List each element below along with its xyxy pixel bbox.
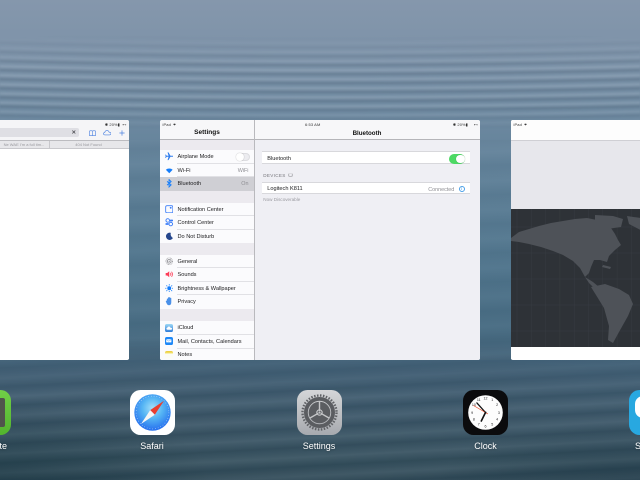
svg-text:9: 9: [471, 411, 473, 415]
svg-text:4: 4: [496, 418, 498, 422]
svg-text:8: 8: [473, 418, 475, 422]
svg-text:11: 11: [477, 398, 481, 402]
svg-text:5: 5: [491, 423, 493, 427]
svg-text:7: 7: [478, 423, 480, 427]
svg-text:2: 2: [496, 403, 498, 407]
svg-text:3: 3: [498, 411, 500, 415]
svg-text:1: 1: [491, 398, 493, 402]
svg-text:12: 12: [484, 396, 488, 400]
svg-text:6: 6: [485, 424, 487, 428]
